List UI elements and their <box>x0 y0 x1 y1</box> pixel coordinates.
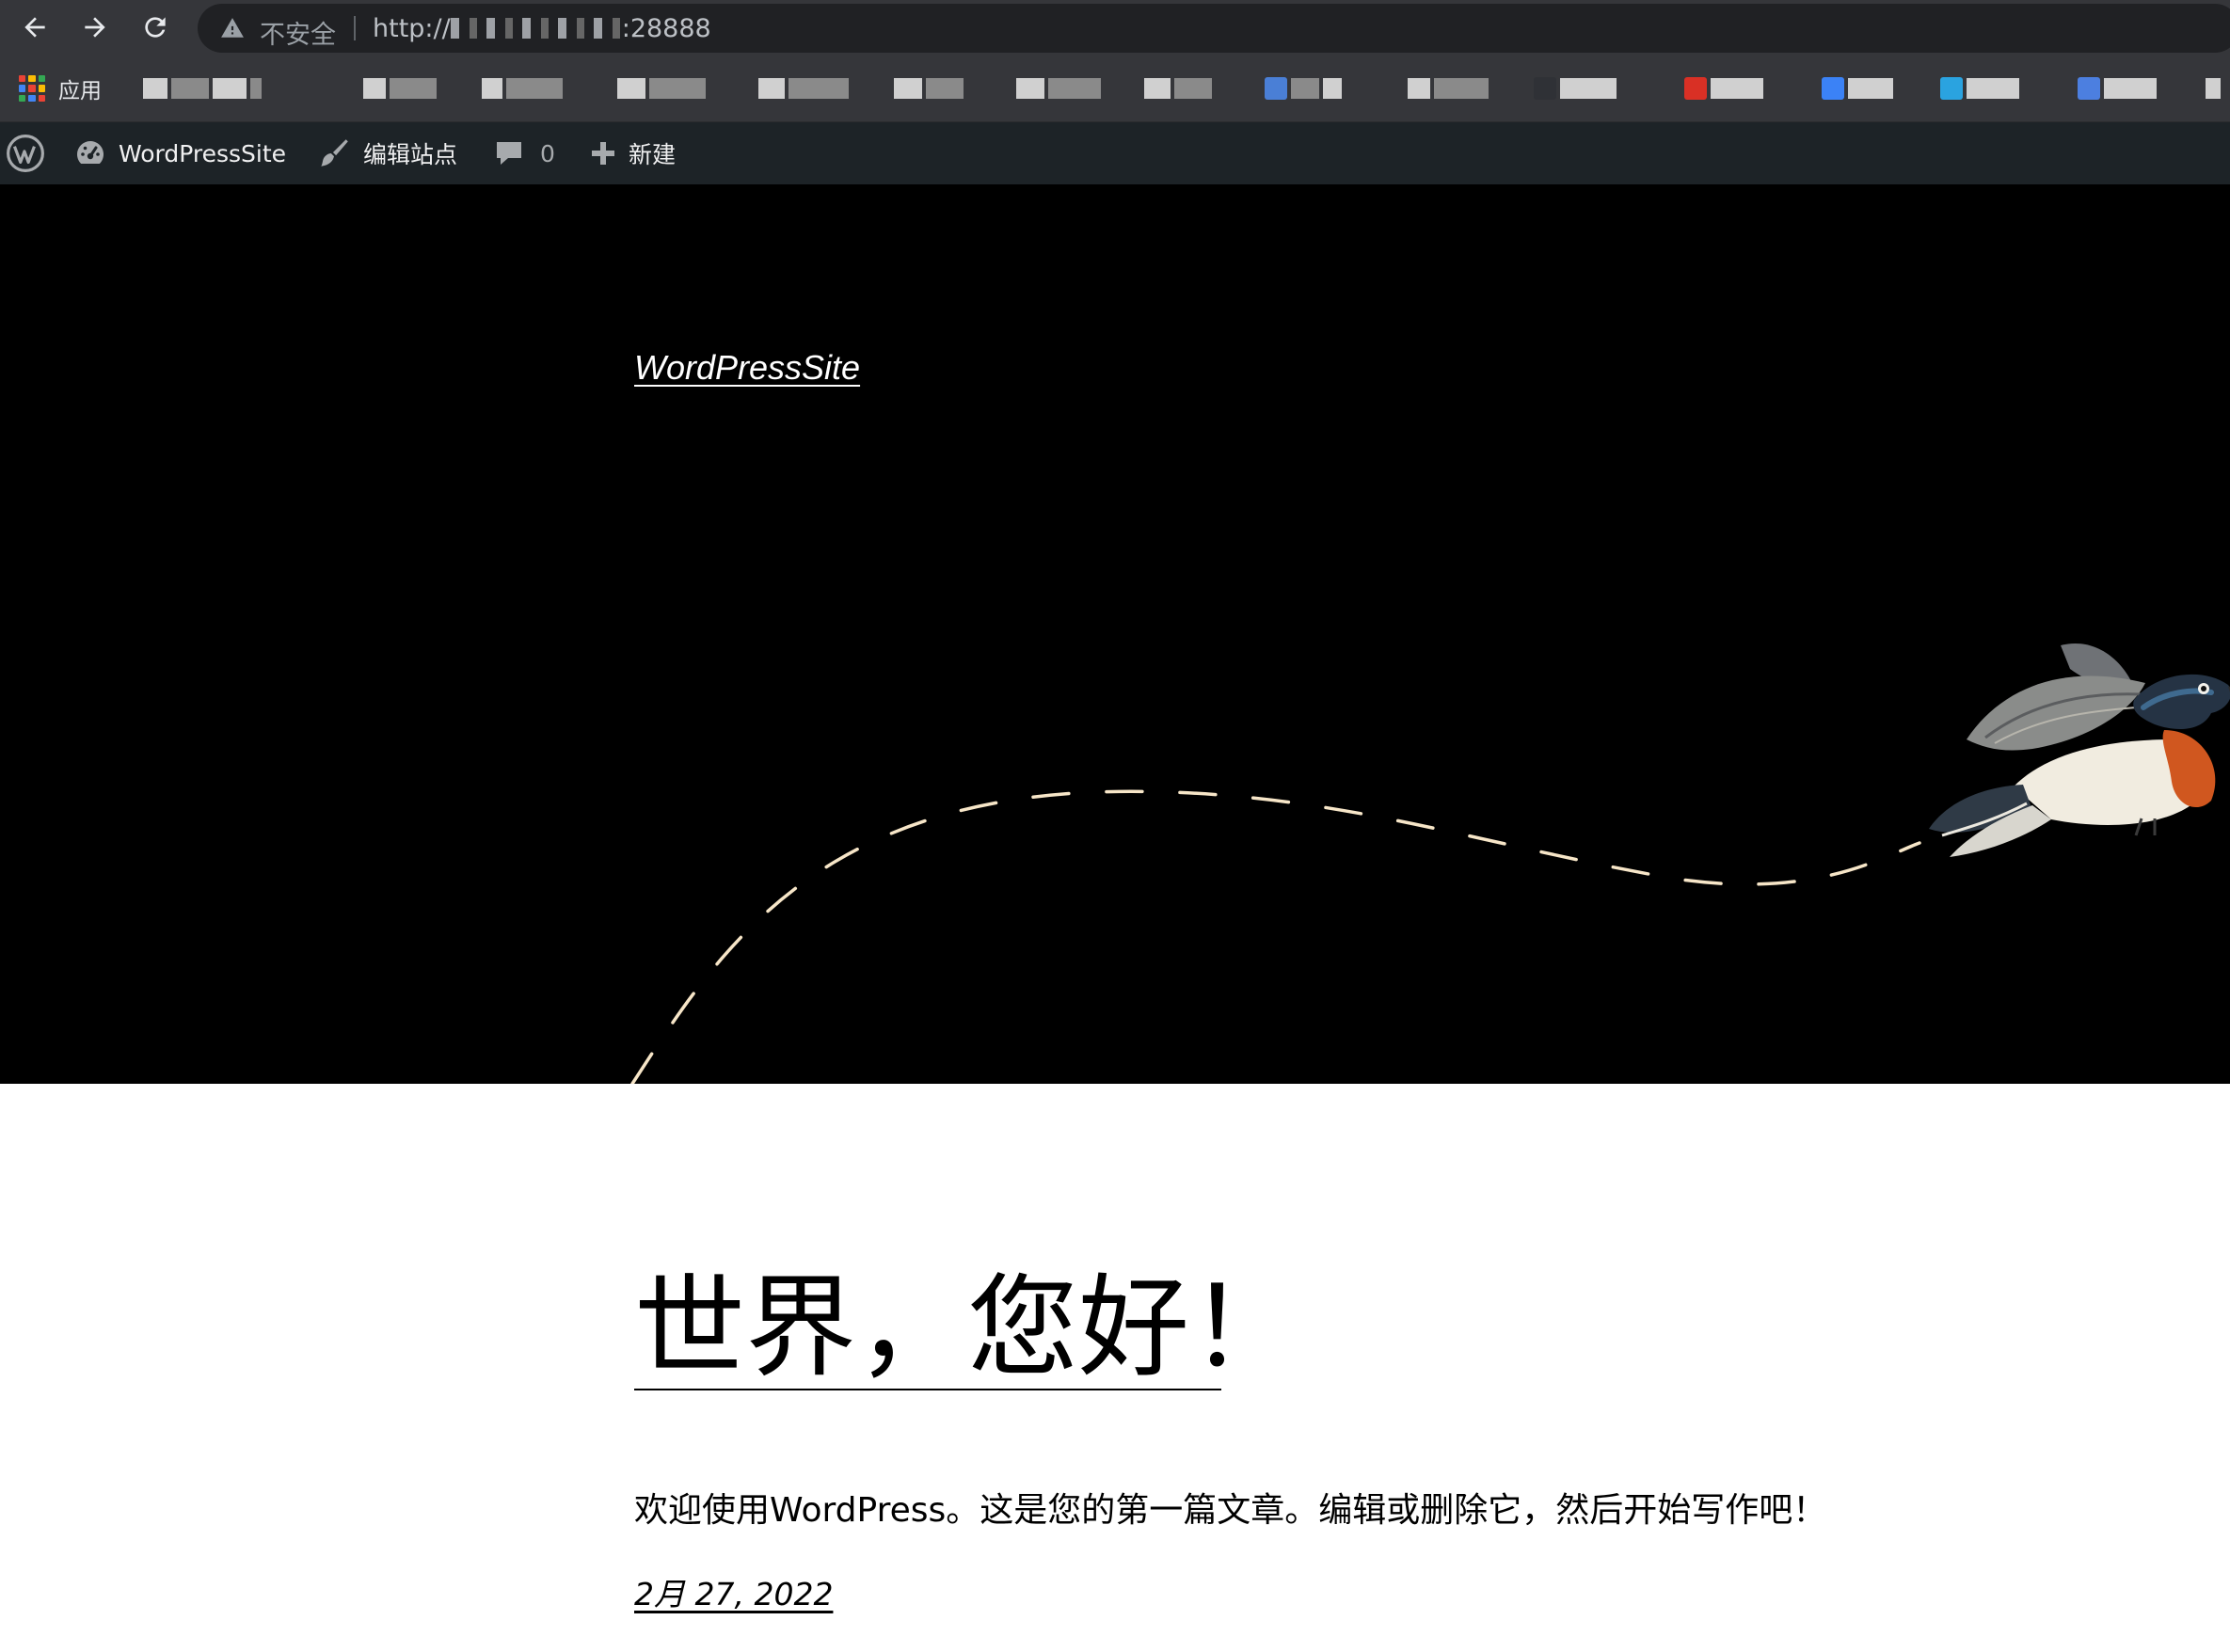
bookmark-item[interactable] <box>363 76 437 101</box>
bookmark-item[interactable] <box>1144 76 1212 101</box>
reload-button[interactable] <box>134 6 177 49</box>
bird-illustration <box>1929 643 2230 857</box>
comments-link[interactable]: 0 <box>493 122 555 184</box>
comment-bubble-icon <box>497 142 521 165</box>
arrow-right-icon <box>85 17 105 38</box>
flight-path-decoration <box>630 789 1921 1084</box>
url-scheme: http:// <box>373 14 451 43</box>
wordpress-logo-icon <box>7 135 44 172</box>
bookmarks-bar: 应用 <box>0 56 2230 122</box>
wp-logo-menu[interactable] <box>6 122 45 184</box>
post-title-link[interactable]: 世界，您好！ <box>634 1272 1300 1383</box>
apps-shortcut[interactable]: 应用 <box>19 72 102 104</box>
post-title-underline <box>634 1389 1221 1390</box>
bookmark-item[interactable] <box>617 76 706 101</box>
bookmark-item[interactable] <box>1408 76 1489 101</box>
bookmark-item[interactable] <box>1940 76 2019 101</box>
bookmark-item[interactable] <box>894 76 964 101</box>
comments-count: 0 <box>540 139 555 167</box>
forward-button[interactable] <box>73 6 117 49</box>
url-port: :28888 <box>621 14 711 43</box>
bookmark-item[interactable] <box>1822 76 1893 101</box>
post-excerpt: 欢迎使用WordPress。这是您的第一篇文章。编辑或删除它，然后开始写作吧！ <box>634 1491 1827 1530</box>
security-label[interactable]: 不安全 <box>260 14 336 51</box>
plus-icon <box>592 142 614 165</box>
bookmark-item[interactable] <box>1016 76 1101 101</box>
new-content-label: 新建 <box>629 141 677 168</box>
new-content-menu[interactable]: 新建 <box>589 122 676 184</box>
edit-site-link[interactable]: 编辑站点 <box>316 122 457 184</box>
apps-label: 应用 <box>58 79 102 103</box>
url-host-redacted <box>450 18 622 39</box>
url-text[interactable]: http:// :28888 <box>373 14 711 43</box>
site-name-label: WordPressSite <box>119 139 287 167</box>
address-bar[interactable]: 不安全 http:// :28888 <box>198 4 2230 53</box>
site-header: WordPressSite <box>0 184 2230 1084</box>
edit-site-label: 编辑站点 <box>363 141 458 168</box>
reload-icon <box>145 17 166 38</box>
bookmark-item[interactable] <box>758 76 849 101</box>
back-button[interactable] <box>13 6 56 49</box>
brush-icon <box>321 139 348 167</box>
browser-toolbar: 不安全 http:// :28888 <box>0 0 2230 56</box>
dashboard-gauge-icon <box>77 141 104 164</box>
arrow-left-icon <box>24 17 45 38</box>
omnibox-divider <box>354 16 356 40</box>
post-date-link[interactable]: 2月 27, 2022 <box>634 1569 833 1614</box>
wp-admin-bar: WordPressSite 编辑站点 0 新建 <box>0 122 2230 184</box>
bookmark-overflow[interactable] <box>2206 76 2221 101</box>
bookmark-item[interactable] <box>482 76 563 101</box>
bookmark-item[interactable] <box>1534 76 1617 101</box>
bookmark-item[interactable] <box>143 76 262 101</box>
bookmark-item[interactable] <box>2078 76 2157 101</box>
site-name-menu[interactable]: WordPressSite <box>73 122 286 184</box>
apps-grid-icon <box>19 75 45 102</box>
warning-icon <box>221 18 244 38</box>
bookmark-item[interactable] <box>1684 76 1763 101</box>
bookmark-item[interactable] <box>1265 76 1342 101</box>
